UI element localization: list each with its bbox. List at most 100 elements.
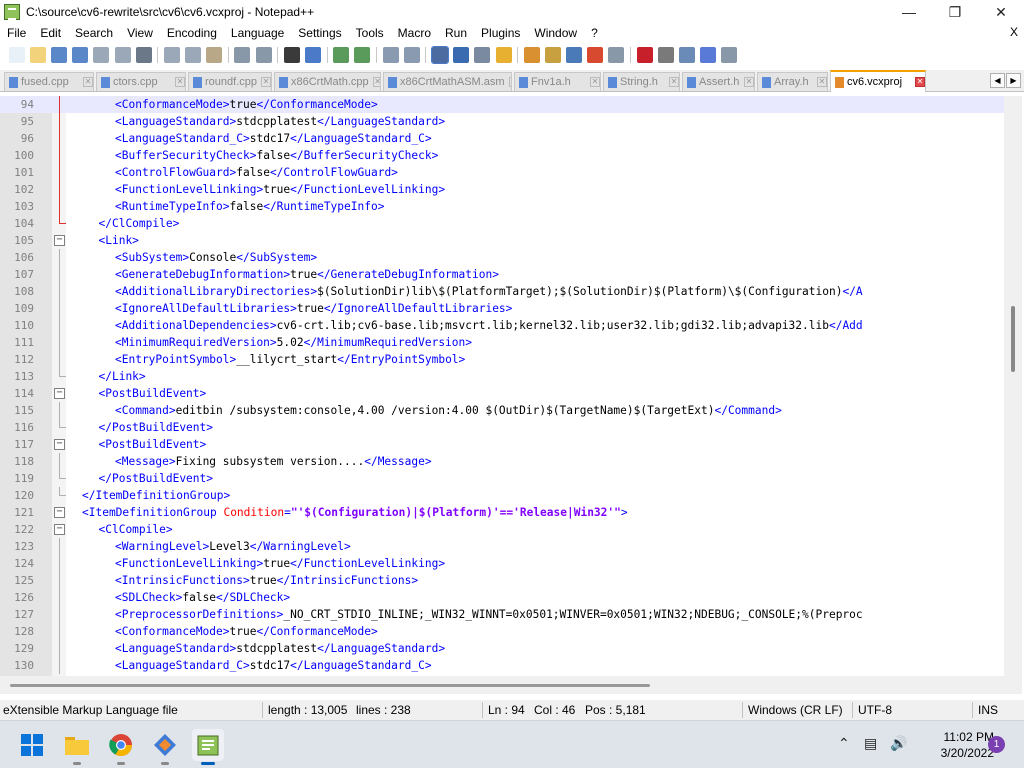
editor-line[interactable]: 121 − <ItemDefinitionGroup Condition="'$(C… bbox=[0, 504, 1004, 521]
file-tab[interactable]: Assert.h ✕ bbox=[682, 72, 755, 91]
paste-icon[interactable] bbox=[206, 47, 223, 63]
git-client-taskbar-button[interactable] bbox=[149, 729, 181, 765]
fold-toggle-icon[interactable]: − bbox=[54, 439, 65, 450]
monitoring-icon[interactable] bbox=[608, 47, 625, 63]
editor-line[interactable]: 104 </ClCompile> bbox=[0, 215, 1004, 232]
fold-toggle-icon[interactable]: − bbox=[54, 388, 65, 399]
tab-scroll-left-button[interactable]: ◀ bbox=[990, 73, 1005, 88]
status-insert-mode[interactable]: INS bbox=[978, 703, 998, 717]
menu-search[interactable]: Search bbox=[68, 26, 120, 40]
editor-line[interactable]: 123 <WarningLevel>Level3</WarningLevel> bbox=[0, 538, 1004, 555]
editor-line[interactable]: 118 <Message>Fixing subsystem version....… bbox=[0, 453, 1004, 470]
volume-icon[interactable]: 🔊 bbox=[890, 735, 907, 752]
doc-map-icon[interactable] bbox=[523, 47, 540, 63]
menu-plugins[interactable]: Plugins bbox=[474, 26, 527, 40]
menu-help[interactable]: ? bbox=[584, 26, 605, 40]
file-tab[interactable]: roundf.cpp ✕ bbox=[188, 72, 272, 91]
editor-line[interactable]: 101 <ControlFlowGuard>false</ControlFlowG… bbox=[0, 164, 1004, 181]
folder-as-workspace-icon[interactable] bbox=[587, 47, 604, 63]
clock[interactable]: 11:02 PM 3/20/2022 bbox=[920, 729, 994, 761]
editor-line[interactable]: 112 <EntryPointSymbol>__lilycrt_start</En… bbox=[0, 351, 1004, 368]
editor-line[interactable]: 96 <LanguageStandard_C>stdc17</LanguageSt… bbox=[0, 130, 1004, 147]
tab-close-icon[interactable]: ✕ bbox=[83, 77, 93, 87]
file-tab[interactable]: x86CrtMathASM.asm✕ bbox=[383, 72, 512, 91]
editor-line[interactable]: 115 <Command>editbin /subsystem:console,4… bbox=[0, 402, 1004, 419]
show-hidden-icons-chevron-icon[interactable]: ⌃ bbox=[838, 735, 850, 752]
notepadpp-taskbar-button[interactable] bbox=[192, 729, 224, 765]
fold-toggle-icon[interactable]: − bbox=[54, 507, 65, 518]
file-explorer-taskbar-button[interactable] bbox=[61, 729, 93, 765]
user-defined-language-icon[interactable] bbox=[495, 47, 512, 63]
zoom-in-icon[interactable] bbox=[333, 47, 350, 63]
close-document-button[interactable]: X bbox=[1010, 25, 1018, 39]
menu-view[interactable]: View bbox=[120, 26, 160, 40]
file-tab[interactable]: Array.h ✕ bbox=[757, 72, 828, 91]
close-all-icon[interactable] bbox=[114, 47, 131, 63]
editor-line[interactable]: 127 <PreprocessorDefinitions>_NO_CRT_STDI… bbox=[0, 606, 1004, 623]
save-all-icon[interactable] bbox=[72, 47, 89, 63]
copy-icon[interactable] bbox=[185, 47, 202, 63]
editor-line[interactable]: 125 <IntrinsicFunctions>true</IntrinsicFu… bbox=[0, 572, 1004, 589]
menu-file[interactable]: File bbox=[0, 26, 33, 40]
stop-recording-icon[interactable] bbox=[657, 47, 674, 63]
editor-line[interactable]: 124 <FunctionLevelLinking>true</FunctionL… bbox=[0, 555, 1004, 572]
file-tab[interactable]: cv6.vcxproj ✕ bbox=[830, 70, 926, 92]
sync-horizontal-icon[interactable] bbox=[403, 47, 420, 63]
cut-icon[interactable] bbox=[163, 47, 180, 63]
replace-icon[interactable] bbox=[305, 47, 322, 63]
chrome-taskbar-button[interactable] bbox=[105, 729, 137, 765]
editor-line[interactable]: 130 <LanguageStandard_C>stdc17</LanguageS… bbox=[0, 657, 1004, 674]
fold-toggle-icon[interactable]: − bbox=[54, 235, 65, 246]
notepadpp-app-icon[interactable] bbox=[4, 4, 20, 20]
editor-line[interactable]: 129 <LanguageStandard>stdcpplatest</Langu… bbox=[0, 640, 1004, 657]
vertical-scroll-thumb[interactable] bbox=[1011, 306, 1015, 372]
menu-macro[interactable]: Macro bbox=[391, 26, 438, 40]
editor-line[interactable]: 119 </PostBuildEvent> bbox=[0, 470, 1004, 487]
editor-line[interactable]: 105 − <Link> bbox=[0, 232, 1004, 249]
tab-close-icon[interactable]: ✕ bbox=[372, 77, 380, 87]
close-icon[interactable] bbox=[93, 47, 110, 63]
undo-icon[interactable] bbox=[234, 47, 251, 63]
file-tab[interactable]: fused.cpp ✕ bbox=[4, 72, 94, 91]
document-list-icon[interactable] bbox=[544, 47, 561, 63]
playback-macro-icon[interactable] bbox=[679, 47, 696, 63]
status-eol[interactable]: Windows (CR LF) bbox=[748, 703, 843, 717]
editor-line[interactable]: 110 <AdditionalDependencies>cv6-crt.lib;c… bbox=[0, 317, 1004, 334]
editor-line[interactable]: 103 <RuntimeTypeInfo>false</RuntimeTypeIn… bbox=[0, 198, 1004, 215]
editor-line[interactable]: 94 <ConformanceMode>true</ConformanceMode… bbox=[0, 96, 1004, 113]
tab-close-icon[interactable]: ✕ bbox=[744, 77, 754, 87]
editor-line[interactable]: 107 <GenerateDebugInformation>true</Gener… bbox=[0, 266, 1004, 283]
tab-close-icon[interactable]: ✕ bbox=[915, 77, 925, 87]
editor-line[interactable]: 117 − <PostBuildEvent> bbox=[0, 436, 1004, 453]
window-close-button[interactable]: ✕ bbox=[978, 0, 1024, 24]
editor-line[interactable]: 120 </ItemDefinitionGroup> bbox=[0, 487, 1004, 504]
run-macro-multiple-icon[interactable] bbox=[700, 47, 717, 63]
save-macro-icon[interactable] bbox=[721, 47, 738, 63]
file-tab[interactable]: ctors.cpp ✕ bbox=[96, 72, 186, 91]
network-icon[interactable]: ▤ bbox=[864, 735, 877, 752]
record-macro-icon[interactable] bbox=[636, 47, 653, 63]
editor-line[interactable]: 128 <ConformanceMode>true</ConformanceMod… bbox=[0, 623, 1004, 640]
file-tab[interactable]: String.h ✕ bbox=[603, 72, 680, 91]
tab-close-icon[interactable]: ✕ bbox=[590, 77, 600, 87]
tab-close-icon[interactable]: ✕ bbox=[669, 77, 679, 87]
file-tab[interactable]: x86CrtMath.cpp ✕ bbox=[274, 72, 381, 91]
zoom-out-icon[interactable] bbox=[354, 47, 371, 63]
horizontal-scrollbar[interactable] bbox=[0, 676, 1022, 694]
editor-line[interactable]: 116 </PostBuildEvent> bbox=[0, 419, 1004, 436]
editor-line[interactable]: 114 − <PostBuildEvent> bbox=[0, 385, 1004, 402]
function-list-icon[interactable] bbox=[566, 47, 583, 63]
editor-line[interactable]: 113 </Link> bbox=[0, 368, 1004, 385]
editor-line[interactable]: 106 <SubSystem>Console</SubSystem> bbox=[0, 249, 1004, 266]
word-wrap-icon[interactable] bbox=[430, 46, 449, 64]
indent-guide-icon[interactable] bbox=[474, 47, 491, 63]
horizontal-scroll-thumb[interactable] bbox=[10, 684, 650, 687]
title-bar[interactable]: C:\source\cv6-rewrite\src\cv6\cv6.vcxpro… bbox=[0, 0, 1024, 24]
menu-language[interactable]: Language bbox=[224, 26, 291, 40]
editor-line[interactable]: 122 − <ClCompile> bbox=[0, 521, 1004, 538]
menu-settings[interactable]: Settings bbox=[291, 26, 348, 40]
redo-icon[interactable] bbox=[255, 47, 272, 63]
editor-line[interactable]: 111 <MinimumRequiredVersion>5.02</Minimum… bbox=[0, 334, 1004, 351]
menu-encoding[interactable]: Encoding bbox=[160, 26, 224, 40]
notification-badge[interactable]: 1 bbox=[988, 736, 1005, 753]
